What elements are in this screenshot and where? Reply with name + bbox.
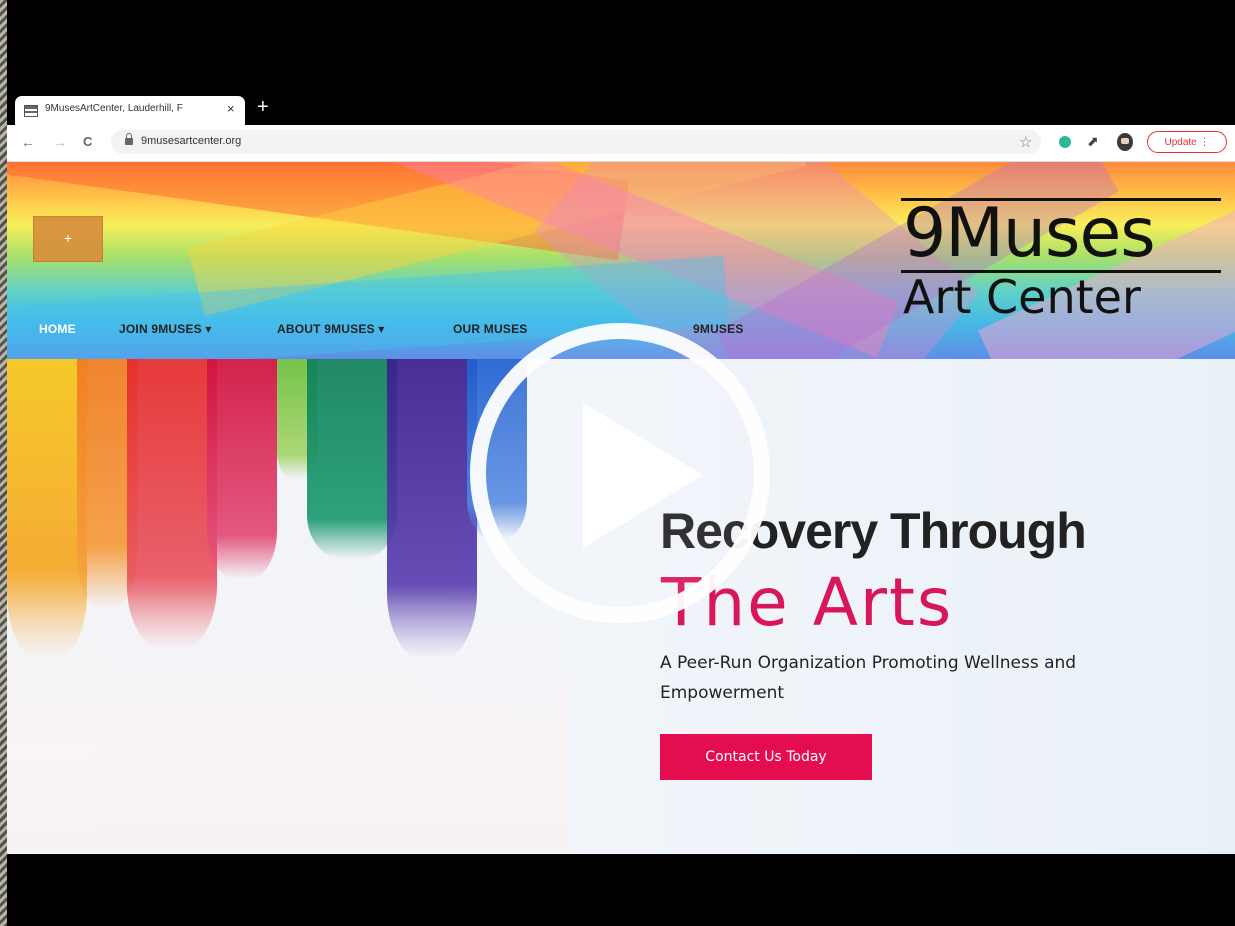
profile-avatar[interactable] [1117, 133, 1133, 151]
toggle-plus-icon: + [64, 230, 73, 246]
forward-button[interactable]: → [53, 134, 67, 150]
video-play-button[interactable] [465, 318, 775, 628]
back-button[interactable]: ← [21, 134, 35, 150]
url-text: 9musesartcenter.org [141, 135, 242, 147]
extensions-puzzle-icon[interactable]: ⬈ [1087, 133, 1099, 150]
reload-button[interactable]: C [83, 134, 92, 149]
site-logo[interactable]: 9Muses Art Center [895, 188, 1225, 328]
update-label: Update [1164, 137, 1197, 148]
play-icon [470, 323, 770, 623]
menu-toggle-button[interactable]: + [33, 216, 103, 262]
update-button[interactable]: Update ⋮ [1147, 131, 1227, 153]
address-bar[interactable]: 9musesartcenter.org ☆ [111, 130, 1041, 154]
menu-item-about[interactable]: ABOUT 9MUSES ▾ [277, 322, 385, 336]
extension-icon[interactable] [1059, 136, 1071, 148]
paint-wash [7, 594, 567, 854]
favicon-icon [24, 105, 38, 117]
logo-subtitle: Art Center [903, 270, 1141, 324]
lock-icon [125, 133, 133, 145]
contact-us-button[interactable]: Contact Us Today [660, 734, 872, 780]
new-tab-button[interactable]: + [257, 95, 269, 119]
browser-tab[interactable]: 9MusesArtCenter, Lauderhill, F × [15, 96, 245, 125]
logo-title: 9Muses [903, 194, 1156, 273]
tab-title: 9MusesArtCenter, Lauderhill, F [45, 103, 183, 114]
hero-tagline: A Peer-Run Organization Promoting Wellne… [660, 653, 1077, 703]
menu-item-join[interactable]: JOIN 9MUSES ▾ [119, 322, 212, 336]
close-tab-icon[interactable]: × [227, 101, 235, 116]
browser-toolbar: ← → C 9musesartcenter.org ☆ ⬈ Update ⋮ [7, 125, 1235, 162]
bookmark-star-icon[interactable]: ☆ [1019, 133, 1032, 151]
menu-item-home[interactable]: HOME [39, 322, 76, 336]
tab-strip: 9MusesArtCenter, Lauderhill, F × + [7, 92, 1235, 125]
video-frame-edge [0, 0, 7, 926]
